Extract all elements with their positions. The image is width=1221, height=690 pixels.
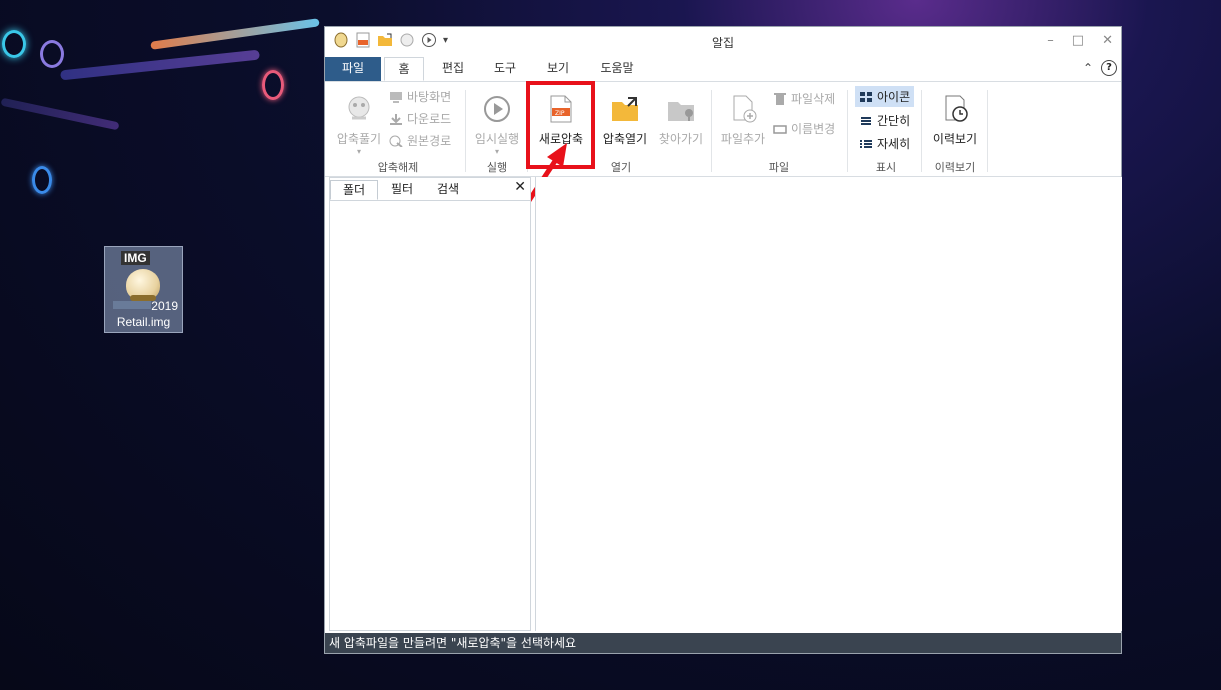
extract-source-label: 원본경로 — [407, 134, 452, 148]
desktop-background-decoration — [150, 18, 320, 50]
extract-label: 압축풀기 — [336, 132, 382, 146]
find-folder-icon — [666, 94, 696, 124]
close-button[interactable]: ✕ — [1102, 33, 1113, 48]
detail-list-icon — [859, 138, 873, 150]
view-detail-label: 자세히 — [877, 137, 911, 151]
tab-search[interactable]: 검색 — [430, 180, 466, 200]
extract-download-label: 다운로드 — [407, 112, 452, 126]
history-button[interactable]: 이력보기 — [927, 94, 983, 147]
extract-icon — [344, 94, 374, 124]
add-file-button[interactable]: 파일추가 — [717, 94, 769, 147]
view-simple-button[interactable]: 간단히 — [859, 112, 910, 129]
grid-icon — [859, 91, 873, 103]
list-icon — [859, 115, 873, 127]
view-icon-button[interactable]: 아이콘 — [855, 86, 915, 107]
desktop-background-decoration — [60, 49, 260, 81]
open-folder-icon — [610, 94, 640, 124]
file-name-line2: Retail.img — [116, 315, 171, 329]
folder-panel-tabs: 폴더 필터 검색 ✕ — [330, 178, 530, 201]
ribbon-tabs: 파일 홈 편집 도구 보기 도움말 ⌃ ? — [325, 55, 1121, 82]
folder-panel: 폴더 필터 검색 ✕ — [329, 177, 531, 631]
view-simple-label: 간단히 — [877, 114, 911, 128]
desktop-background-decoration — [40, 40, 64, 68]
alzip-window: ▾ 알집 – □ ✕ 파일 홈 편집 도구 보기 도움말 ⌃ ? 압축풀기 ▾ — [324, 26, 1122, 654]
extract-source-button[interactable]: 원본경로 — [389, 132, 451, 149]
open-archive-button[interactable]: 압축열기 — [597, 94, 653, 147]
add-file-icon — [728, 94, 758, 124]
tab-tools[interactable]: 도구 — [485, 57, 525, 81]
extract-desktop-button[interactable]: 바탕화면 — [389, 88, 451, 105]
ribbon-separator — [847, 90, 848, 172]
find-location-button[interactable]: 찾아가기 — [653, 94, 709, 147]
ribbon: 압축풀기 ▾ 바탕화면 다운로드 원본경로 압축해제 임시실행 ▾ 실행 ZIP… — [325, 82, 1121, 177]
minimize-button[interactable]: – — [1047, 33, 1054, 48]
maximize-button[interactable]: □ — [1072, 33, 1084, 48]
extract-desktop-label: 바탕화면 — [407, 90, 452, 104]
ribbon-separator — [711, 90, 712, 172]
desktop-background-decoration — [262, 70, 284, 100]
ribbon-separator — [465, 90, 466, 172]
close-panel-icon[interactable]: ✕ — [514, 179, 526, 195]
tab-home[interactable]: 홈 — [384, 57, 424, 81]
extract-dropdown-icon[interactable]: ▾ — [333, 147, 385, 156]
file-group-label: 파일 — [768, 161, 790, 174]
open-archive-label: 압축열기 — [602, 132, 648, 146]
extract-download-button[interactable]: 다운로드 — [389, 110, 451, 127]
source-path-icon — [389, 135, 403, 148]
desktop-file-icon[interactable]: IMG 2019 Retail.img — [104, 246, 183, 333]
tab-view[interactable]: 보기 — [535, 57, 581, 81]
tab-edit[interactable]: 편집 — [430, 57, 476, 81]
history-icon — [940, 94, 970, 124]
delete-file-button[interactable]: 파일삭제 — [773, 90, 835, 107]
file-list-area[interactable] — [535, 177, 1122, 631]
rename-button[interactable]: 이름변경 — [773, 120, 835, 137]
history-group-label: 이력보기 — [934, 161, 976, 174]
desktop-background-decoration — [32, 166, 52, 194]
desktop-background-decoration — [2, 30, 26, 58]
rename-icon — [773, 123, 787, 135]
tab-file[interactable]: 파일 — [325, 57, 381, 81]
rename-label: 이름변경 — [791, 122, 836, 136]
help-icon[interactable]: ? — [1101, 60, 1117, 76]
extract-group-label: 압축해제 — [377, 161, 419, 174]
tab-filter[interactable]: 필터 — [384, 180, 420, 200]
window-controls: – □ ✕ — [1047, 33, 1113, 48]
download-icon — [389, 113, 403, 125]
window-title: 알집 — [711, 36, 735, 50]
display-group-label: 표시 — [875, 161, 897, 174]
status-bar: 새 압축파일을 만들려면 "새로압축"을 선택하세요 — [325, 633, 1121, 653]
play-icon — [482, 94, 512, 124]
history-label: 이력보기 — [932, 132, 978, 146]
desktop-background-decoration — [0, 97, 120, 131]
trash-icon — [773, 92, 787, 105]
view-detail-button[interactable]: 자세히 — [859, 135, 910, 152]
find-location-label: 찾아가기 — [658, 132, 704, 146]
file-name-line1: 2019 — [151, 299, 178, 313]
extract-button[interactable]: 압축풀기 ▾ — [333, 94, 385, 156]
view-icon-label: 아이콘 — [877, 90, 911, 104]
file-type-badge: IMG — [121, 251, 150, 265]
delete-file-label: 파일삭제 — [791, 92, 836, 106]
ribbon-right-controls: ⌃ ? — [1083, 60, 1117, 76]
tab-help[interactable]: 도움말 — [591, 57, 643, 81]
add-file-label: 파일추가 — [720, 132, 766, 146]
tab-folder[interactable]: 폴더 — [330, 180, 378, 200]
redacted-text — [113, 301, 151, 309]
desktop-icon — [389, 91, 403, 103]
ribbon-separator — [921, 90, 922, 172]
ribbon-separator — [987, 90, 988, 172]
collapse-ribbon-icon[interactable]: ⌃ — [1083, 61, 1093, 75]
title-bar[interactable]: ▾ 알집 – □ ✕ — [325, 27, 1121, 55]
